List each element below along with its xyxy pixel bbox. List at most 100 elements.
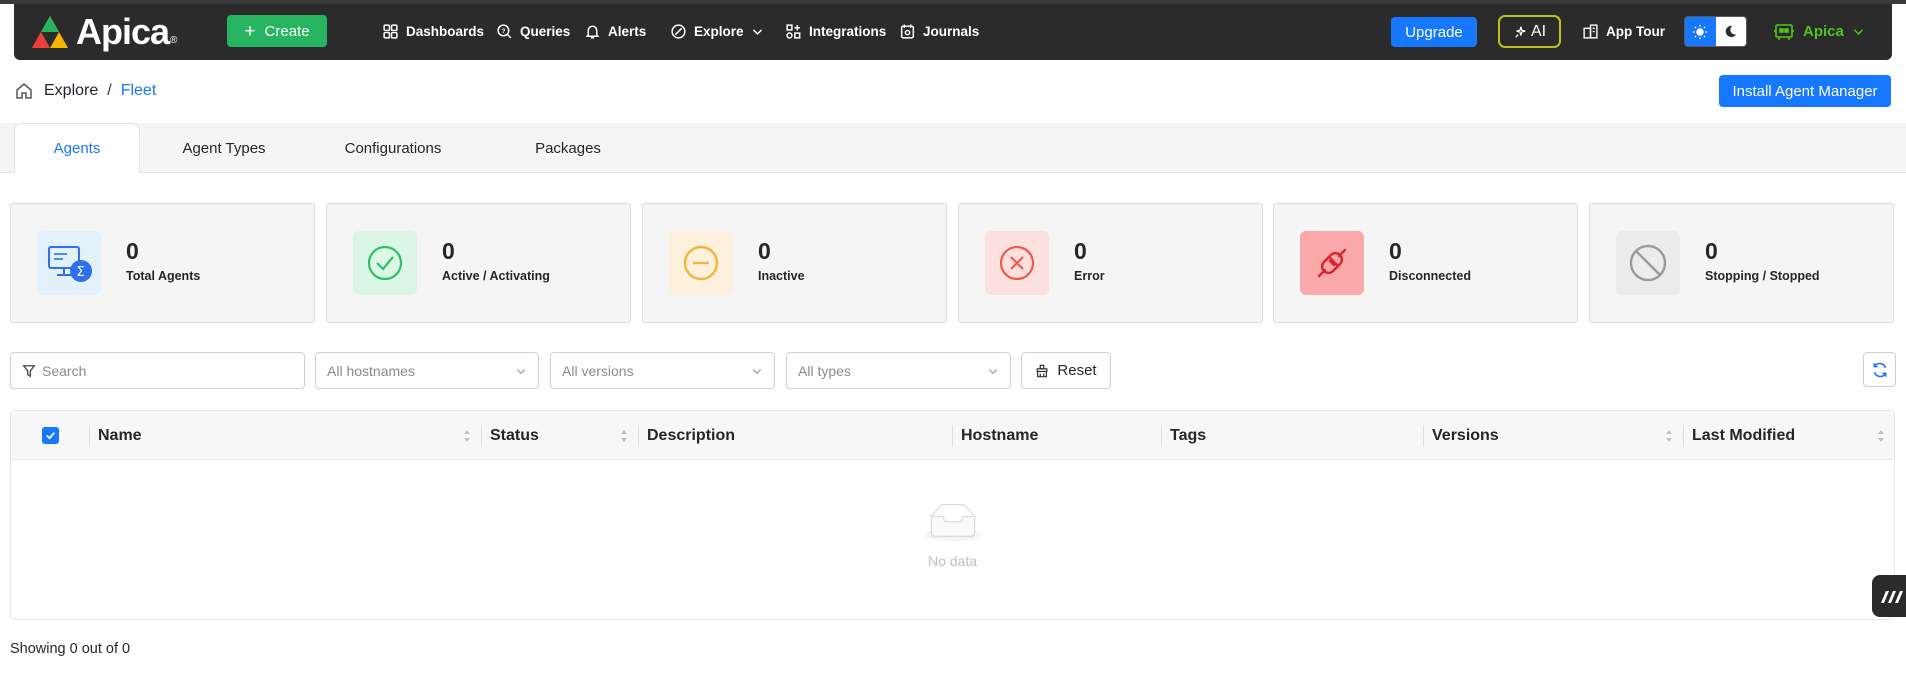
- stat-card-error: 0 Error: [958, 203, 1263, 323]
- stat-label-disconnected: Disconnected: [1389, 269, 1471, 283]
- refresh-button[interactable]: [1863, 352, 1896, 387]
- app-tour-label: App Tour: [1606, 23, 1665, 39]
- home-icon[interactable]: [14, 81, 34, 101]
- nav-explore[interactable]: Explore: [670, 19, 764, 43]
- stat-icon-box: [1616, 231, 1680, 295]
- brand-name: Apica: [76, 11, 170, 52]
- nav-dashboards[interactable]: Dashboards: [382, 19, 484, 43]
- search-input[interactable]: [42, 362, 282, 379]
- svg-text:Σ: Σ: [77, 265, 85, 280]
- column-header-name[interactable]: Name: [98, 411, 142, 460]
- ai-label: AI: [1530, 22, 1547, 40]
- refresh-icon: [1873, 362, 1886, 377]
- nav-explore-label: Explore: [694, 23, 744, 39]
- nav-integrations[interactable]: Integrations: [785, 19, 886, 43]
- stat-icon-box: [353, 231, 417, 295]
- stat-icon-box: [1300, 231, 1364, 295]
- column-divider: [638, 425, 639, 447]
- stat-card-active: 0 Active / Activating: [326, 203, 631, 323]
- column-divider: [1423, 425, 1424, 447]
- types-select-value: All types: [798, 362, 851, 379]
- create-label: Create: [264, 22, 310, 40]
- breadcrumb-explore[interactable]: Explore: [44, 82, 98, 100]
- user-robot-icon: [1774, 24, 1794, 40]
- chevron-down-icon: [516, 368, 526, 374]
- check-icon: [46, 432, 55, 440]
- sort-icon[interactable]: [1665, 428, 1673, 444]
- versions-select[interactable]: All versions: [550, 352, 775, 389]
- apica-triangle-icon: [32, 16, 68, 48]
- nav-alerts[interactable]: Alerts: [584, 19, 646, 43]
- pagination-summary: Showing 0 out of 0: [10, 641, 131, 657]
- user-name: Apica: [1803, 22, 1844, 40]
- search-field[interactable]: [10, 352, 305, 389]
- column-header-status[interactable]: Status: [490, 411, 539, 460]
- hostnames-select-value: All hostnames: [327, 362, 415, 379]
- column-divider: [89, 425, 90, 447]
- query-icon: ?: [497, 23, 512, 38]
- stat-value-stopped: 0: [1705, 238, 1718, 264]
- create-button[interactable]: + Create: [227, 15, 327, 47]
- dark-theme-button[interactable]: [1715, 17, 1746, 46]
- stat-label-total-agents: Total Agents: [126, 269, 201, 283]
- stat-card-disconnected: 0 Disconnected: [1273, 203, 1578, 323]
- column-header-hostname: Hostname: [961, 426, 1039, 444]
- side-widget-tab[interactable]: [1872, 575, 1906, 617]
- agents-table: Name Status Description Hostname Tags Ve…: [10, 410, 1895, 620]
- bell-icon: [585, 24, 600, 39]
- sort-icon[interactable]: [620, 428, 628, 444]
- nav-queries-label: Queries: [520, 23, 571, 39]
- broom-icon: [1036, 364, 1048, 377]
- install-agent-manager-button[interactable]: Install Agent Manager: [1719, 75, 1891, 107]
- chevron-down-icon: [988, 368, 998, 374]
- nav-journals-label: Journals: [923, 23, 980, 39]
- nav-dashboards-label: Dashboards: [406, 23, 485, 39]
- tab-agents[interactable]: Agents: [14, 123, 140, 174]
- hostnames-select[interactable]: All hostnames: [315, 352, 539, 389]
- sort-icon[interactable]: [1877, 428, 1885, 444]
- brand-registered-mark: ®: [170, 34, 178, 46]
- chevron-down-icon: [752, 368, 762, 374]
- upgrade-button[interactable]: Upgrade: [1391, 17, 1477, 47]
- sort-icon[interactable]: [463, 428, 471, 444]
- theme-toggle[interactable]: [1684, 16, 1747, 47]
- stat-label-active: Active / Activating: [442, 269, 550, 283]
- nav-journals[interactable]: Journals: [899, 19, 979, 43]
- journal-icon: [900, 24, 915, 39]
- nav-integrations-label: Integrations: [809, 23, 887, 39]
- breadcrumb-fleet: Fleet: [120, 82, 157, 99]
- stat-label-error: Error: [1074, 269, 1105, 283]
- integrations-icon: [786, 23, 801, 39]
- tab-agent-types[interactable]: Agent Types: [160, 123, 288, 173]
- filter-icon: [22, 364, 36, 377]
- user-menu[interactable]: Apica: [1773, 18, 1865, 44]
- tab-packages[interactable]: Packages: [510, 123, 626, 173]
- apica-logo[interactable]: Apica ®: [30, 11, 178, 52]
- versions-select-value: All versions: [562, 362, 634, 379]
- ai-button[interactable]: AI: [1498, 15, 1561, 48]
- stat-value-total-agents: 0: [126, 238, 139, 264]
- column-divider: [1683, 425, 1684, 447]
- chevron-down-icon: [752, 28, 762, 35]
- tab-configurations[interactable]: Configurations: [320, 123, 466, 173]
- nav-queries[interactable]: ? Queries: [496, 19, 570, 43]
- moon-icon: [1725, 25, 1737, 38]
- unplugged-icon: [1317, 248, 1347, 278]
- empty-state-text: No data: [927, 553, 978, 569]
- types-select[interactable]: All types: [786, 352, 1011, 389]
- ban-icon: [1629, 244, 1667, 282]
- top-navbar: Apica ® + Create Dashboards ? Queries Al…: [14, 4, 1892, 60]
- light-theme-button[interactable]: [1685, 17, 1716, 46]
- stat-value-error: 0: [1074, 238, 1087, 264]
- stat-value-active: 0: [442, 238, 455, 264]
- reset-button[interactable]: Reset: [1021, 352, 1111, 389]
- stat-icon-box: [669, 231, 733, 295]
- select-all-checkbox[interactable]: [42, 427, 59, 444]
- column-divider: [1161, 425, 1162, 447]
- tab-bar: Agents Agent Types Configurations Packag…: [0, 123, 1906, 174]
- column-header-description: Description: [647, 426, 736, 444]
- app-tour-button[interactable]: App Tour: [1582, 19, 1665, 43]
- column-header-versions[interactable]: Versions: [1432, 411, 1499, 460]
- column-header-last-modified[interactable]: Last Modified: [1692, 411, 1795, 460]
- column-divider: [952, 425, 953, 447]
